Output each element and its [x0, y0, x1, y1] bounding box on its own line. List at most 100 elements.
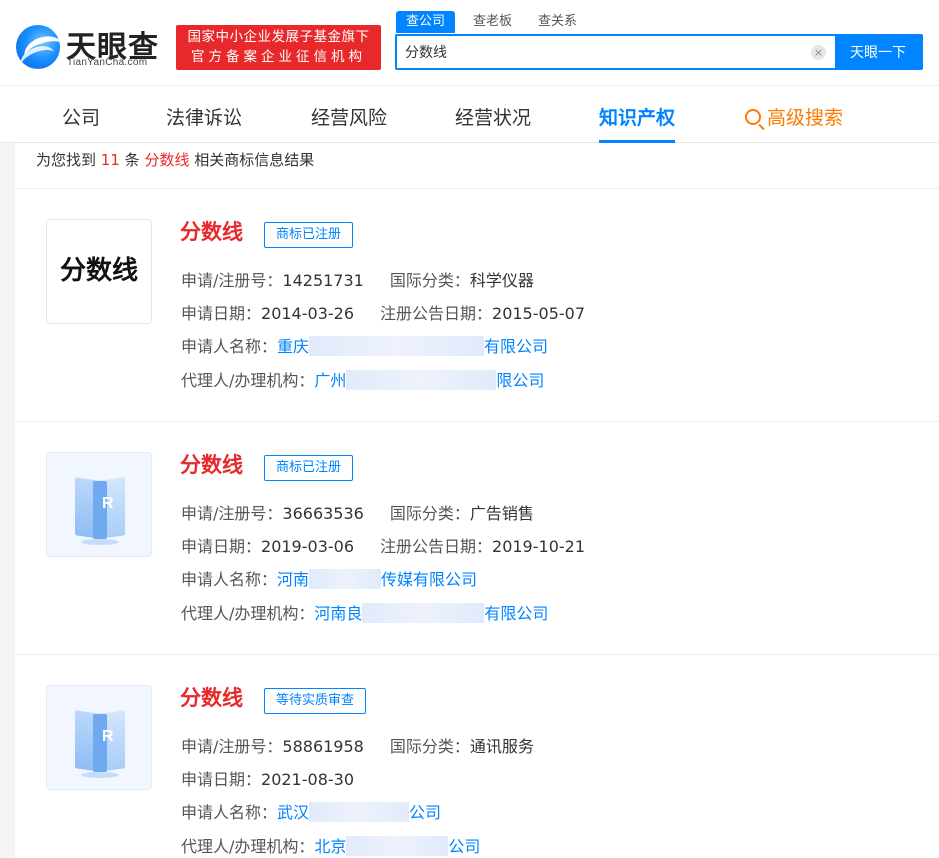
trademark-name[interactable]: 分数线 — [180, 682, 243, 712]
search-box: × 天眼一下 — [395, 34, 923, 70]
badge-line-2: 官方备案企业征信机构 — [176, 47, 381, 67]
apply-date-value: 2019-03-06 — [261, 537, 354, 556]
book-placeholder-icon: R — [75, 706, 125, 772]
applicant-label: 申请人名称： — [181, 337, 277, 356]
redacted-blur — [346, 370, 496, 390]
nav-tab-operation[interactable]: 经营状况 — [455, 103, 531, 143]
search-tab-company[interactable]: 查公司 — [396, 11, 455, 33]
applicant-row: 申请人名称：武汉 公司 — [181, 799, 441, 823]
book-placeholder-icon: R — [75, 473, 125, 539]
redacted-blur — [346, 836, 448, 856]
logo-domain: TianYanCha.com — [67, 57, 147, 68]
applicant-name-start: 武汉 — [277, 803, 309, 822]
badge-line-1: 国家中小企业发展子基金旗下 — [176, 27, 381, 47]
announce-date-label: 注册公告日期： — [380, 537, 492, 556]
applicant-link[interactable]: 重庆有限公司 — [277, 337, 548, 356]
date-row: 申请日期：2021-08-30 — [181, 766, 354, 790]
redacted-blur — [362, 603, 484, 623]
intl-class-value: 通讯服务 — [470, 737, 534, 756]
applicant-name-end: 公司 — [409, 803, 441, 822]
agent-name-start: 广州 — [314, 371, 346, 390]
applicant-link[interactable]: 河南传媒有限公司 — [277, 570, 477, 589]
trademark-name[interactable]: 分数线 — [180, 449, 243, 479]
applicant-name-start: 重庆 — [277, 337, 309, 356]
nav-tab-litigation[interactable]: 法律诉讼 — [166, 103, 242, 143]
agent-link[interactable]: 广州限公司 — [314, 371, 544, 390]
reg-no-label: 申请/注册号： — [181, 271, 282, 290]
applicant-link[interactable]: 武汉 公司 — [277, 803, 441, 822]
trademark-item: 分数线 分数线 商标已注册 申请/注册号：14251731 国际分类：科学仪器 申… — [15, 189, 939, 422]
nav-tab-company[interactable]: 公司 — [62, 103, 100, 143]
intl-class-label: 国际分类： — [390, 504, 470, 523]
apply-date-label: 申请日期： — [181, 770, 261, 789]
clear-icon[interactable]: × — [811, 45, 826, 60]
intl-class-value: 广告销售 — [470, 504, 534, 523]
applicant-label: 申请人名称： — [181, 570, 277, 589]
reg-row: 申请/注册号：36663536 国际分类：广告销售 — [181, 500, 534, 524]
search-input[interactable] — [397, 36, 827, 68]
redacted-blur — [309, 336, 484, 356]
trademark-image[interactable]: 分数线 — [46, 219, 152, 324]
apply-date-value: 2021-08-30 — [261, 770, 354, 789]
search-tab-boss[interactable]: 查老板 — [463, 11, 522, 33]
applicant-label: 申请人名称： — [181, 803, 277, 822]
nav-tab-risk[interactable]: 经营风险 — [311, 103, 387, 143]
announce-date-value: 2015-05-07 — [492, 304, 585, 323]
trademark-item: R 分数线 等待实质审查 申请/注册号：58861958 国际分类：通讯服务 申请… — [15, 655, 939, 858]
applicant-row: 申请人名称：河南传媒有限公司 — [181, 566, 477, 590]
reg-no-value: 14251731 — [282, 271, 363, 290]
agent-link[interactable]: 河南良 有限公司 — [314, 604, 548, 623]
apply-date-label: 申请日期： — [181, 537, 261, 556]
reg-no-value: 58861958 — [282, 737, 363, 756]
summary-unit: 条 — [125, 151, 140, 169]
applicant-row: 申请人名称：重庆有限公司 — [181, 333, 548, 357]
tianyancha-logo[interactable]: 天眼查 TianYanCha.com — [16, 24, 166, 70]
agent-name-end: 有限公司 — [484, 604, 548, 623]
nav-tab-ip[interactable]: 知识产权 — [599, 103, 675, 143]
agent-row: 代理人/办理机构：广州限公司 — [181, 367, 544, 391]
agent-row: 代理人/办理机构：北京 公司 — [181, 833, 480, 857]
summary-keyword: 分数线 — [144, 151, 189, 169]
apply-date-value: 2014-03-26 — [261, 304, 354, 323]
agent-name-end: 公司 — [448, 837, 480, 856]
reg-no-value: 36663536 — [282, 504, 363, 523]
agent-name-start: 北京 — [314, 837, 346, 856]
status-badge: 等待实质审查 — [264, 688, 366, 714]
redacted-blur — [309, 569, 381, 589]
trademark-name[interactable]: 分数线 — [180, 216, 243, 246]
reg-no-label: 申请/注册号： — [181, 504, 282, 523]
trademark-image-text: 分数线 — [47, 220, 151, 323]
reg-no-label: 申请/注册号： — [181, 737, 282, 756]
date-row: 申请日期：2019-03-06注册公告日期：2019-10-21 — [181, 533, 585, 557]
intl-class-label: 国际分类： — [390, 737, 470, 756]
trademark-image[interactable]: R — [46, 452, 152, 557]
redacted-blur — [309, 802, 409, 822]
search-icon — [745, 109, 761, 125]
reg-row: 申请/注册号：14251731 国际分类：科学仪器 — [181, 267, 534, 291]
applicant-name-start: 河南 — [277, 570, 309, 589]
status-badge: 商标已注册 — [264, 222, 353, 248]
agent-link[interactable]: 北京 公司 — [314, 837, 480, 856]
official-badge[interactable]: 国家中小企业发展子基金旗下 官方备案企业征信机构 — [176, 25, 381, 70]
apply-date-label: 申请日期： — [181, 304, 261, 323]
result-summary: 为您找到 11 条 分数线 相关商标信息结果 — [36, 149, 314, 170]
agent-row: 代理人/办理机构：河南良 有限公司 — [181, 600, 548, 624]
trademark-item: R 分数线 商标已注册 申请/注册号：36663536 国际分类：广告销售 申请日… — [15, 422, 939, 655]
intl-class-label: 国际分类： — [390, 271, 470, 290]
category-nav: 公司 法律诉讼 经营风险 经营状况 知识产权 高级搜索 — [0, 86, 939, 143]
top-header: 天眼查 TianYanCha.com 国家中小企业发展子基金旗下 官方备案企业征… — [0, 0, 939, 86]
agent-label: 代理人/办理机构： — [181, 837, 314, 856]
trademark-image[interactable]: R — [46, 685, 152, 790]
advanced-search-link[interactable]: 高级搜索 — [745, 103, 843, 143]
results-panel: 为您找到 11 条 分数线 相关商标信息结果 分数线 分数线 商标已注册 申请/… — [15, 143, 939, 858]
agent-label: 代理人/办理机构： — [181, 604, 314, 623]
status-badge: 商标已注册 — [264, 455, 353, 481]
search-tab-relation[interactable]: 查关系 — [528, 11, 587, 33]
advanced-search-label: 高级搜索 — [767, 107, 843, 129]
search-button[interactable]: 天眼一下 — [835, 36, 921, 68]
reg-row: 申请/注册号：58861958 国际分类：通讯服务 — [181, 733, 534, 757]
intl-class-value: 科学仪器 — [470, 271, 534, 290]
logo-eye-icon — [16, 25, 60, 69]
announce-date-label: 注册公告日期： — [380, 304, 492, 323]
agent-name-start: 河南良 — [314, 604, 362, 623]
